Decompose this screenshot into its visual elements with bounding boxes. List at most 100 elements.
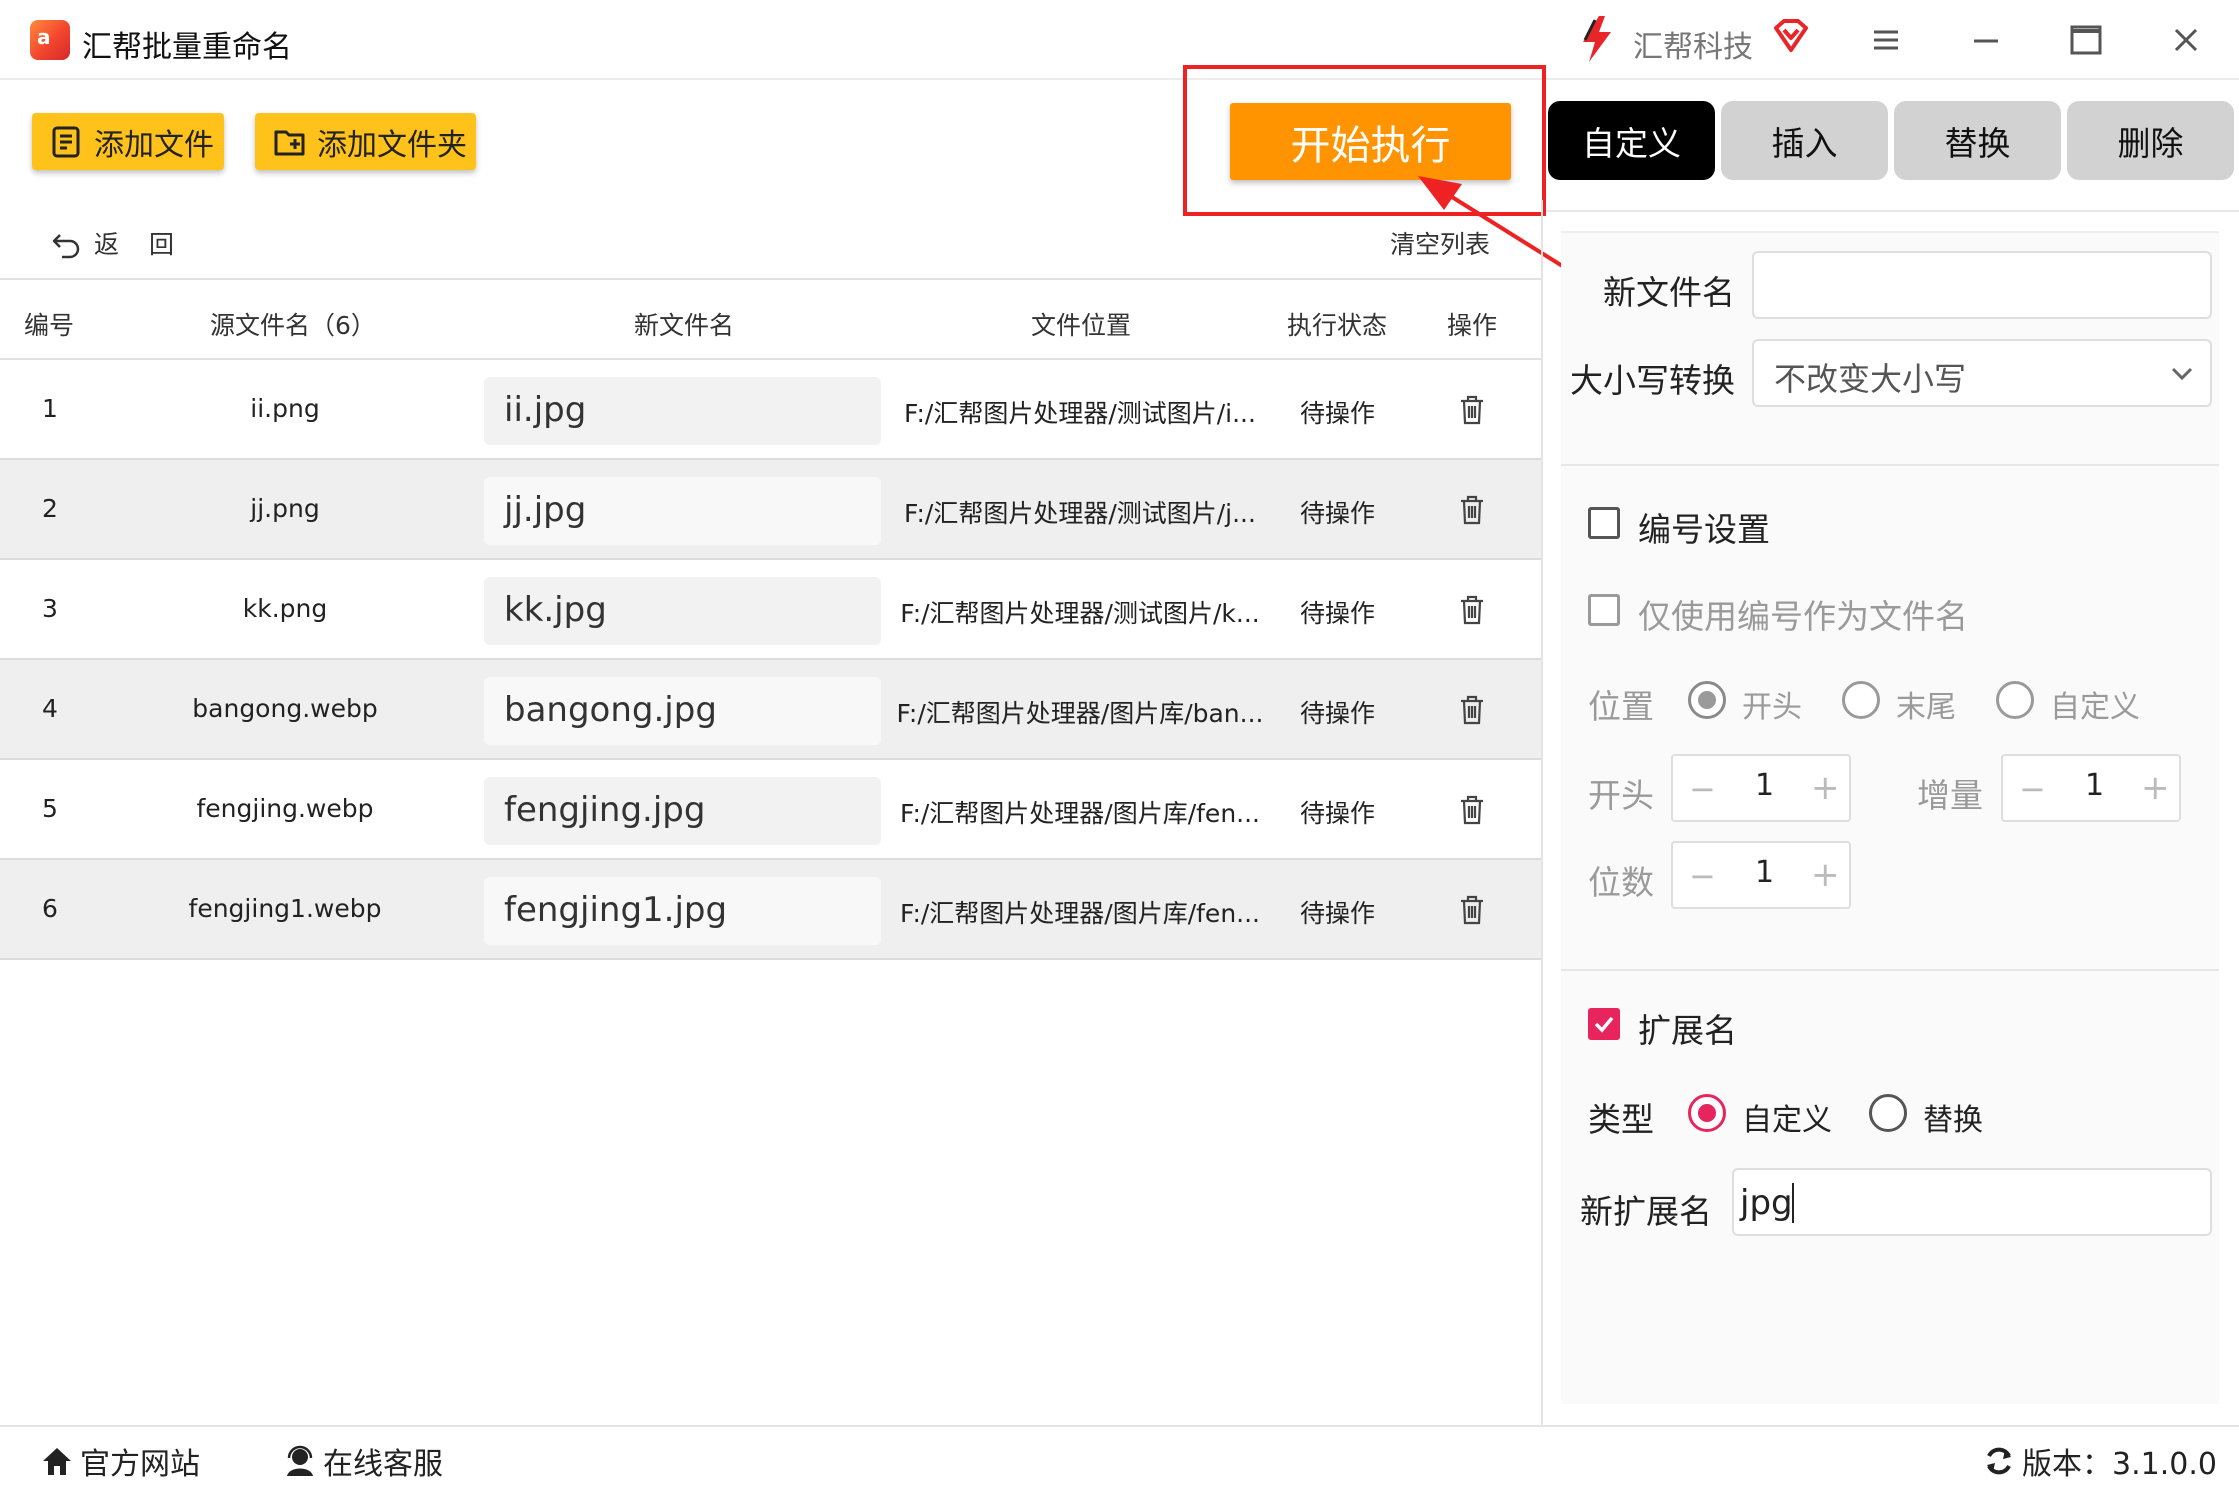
official-site-link[interactable]: 官方网站: [40, 1439, 200, 1483]
clear-list-button[interactable]: 清空列表: [1390, 225, 1490, 261]
row-new-name-input[interactable]: jj.jpg: [484, 477, 881, 545]
panel-top-line: [1546, 210, 2239, 212]
header-source: 源文件名（6）: [210, 311, 376, 340]
type-radio-replace[interactable]: [1869, 1094, 1907, 1132]
row-new-name-input[interactable]: bangong.jpg: [484, 677, 881, 745]
refresh-icon: [1987, 1447, 2011, 1475]
only-number-checkbox[interactable]: [1588, 594, 1620, 626]
position-radio-end[interactable]: [1842, 681, 1880, 719]
numbering-checkbox[interactable]: [1588, 507, 1620, 539]
row-status: 待操作: [1300, 599, 1376, 628]
header-status: 执行状态: [1287, 311, 1388, 340]
table-row[interactable]: 2 jj.png jj.jpg F:/汇帮图片处理器/测试图片/j... 待操作: [0, 460, 1541, 560]
new-extension-label: 新扩展名: [1580, 1192, 1712, 1231]
row-status: 待操作: [1300, 899, 1376, 928]
home-icon: [43, 1448, 71, 1475]
row-new-name-input[interactable]: fengjing.jpg: [484, 777, 881, 845]
row-new-name-input[interactable]: kk.jpg: [484, 577, 881, 645]
table-row[interactable]: 1 ii.png ii.jpg F:/汇帮图片处理器/测试图片/i... 待操作: [0, 360, 1541, 460]
digits-minus-button[interactable]: −: [1689, 857, 1716, 895]
position-radio-custom[interactable]: [1996, 681, 2034, 719]
back-button[interactable]: 返回: [50, 225, 204, 261]
row-status: 待操作: [1300, 499, 1376, 528]
increment-label: 增量: [1917, 776, 1983, 815]
start-label: 开头: [1588, 776, 1654, 815]
row-num: 1: [42, 394, 58, 423]
row-source-name: jj.png: [250, 494, 320, 523]
increment-plus-button[interactable]: +: [2141, 768, 2170, 808]
file-table: 编号 源文件名（6） 新文件名 文件位置 执行状态 操作 1 ii.png ii…: [0, 278, 1541, 960]
start-minus-button[interactable]: −: [1689, 770, 1716, 808]
trash-icon[interactable]: [1457, 494, 1487, 526]
position-option-end: 末尾: [1896, 690, 1956, 725]
row-num: 3: [42, 594, 58, 623]
row-num: 6: [42, 894, 58, 923]
tab-delete[interactable]: 删除: [2067, 101, 2234, 180]
type-option-replace: 替换: [1923, 1103, 1983, 1138]
type-option-custom: 自定义: [1742, 1103, 1832, 1138]
trash-icon[interactable]: [1457, 394, 1487, 426]
increment-minus-button[interactable]: −: [2019, 770, 2046, 808]
increment-value: 1: [2085, 768, 2105, 803]
text-caret: [1792, 1183, 1794, 1223]
position-radio-start[interactable]: [1688, 681, 1726, 719]
position-option-start: 开头: [1742, 690, 1802, 725]
online-service-link[interactable]: 在线客服: [283, 1439, 443, 1483]
table-row[interactable]: 3 kk.png kk.jpg F:/汇帮图片处理器/测试图片/k... 待操作: [0, 560, 1541, 660]
row-status: 待操作: [1300, 699, 1376, 728]
new-extension-input[interactable]: jpg: [1732, 1168, 2212, 1236]
version-label: 版本：3.1.0.0: [2022, 1447, 2217, 1482]
start-plus-button[interactable]: +: [1811, 768, 1840, 808]
maximize-icon[interactable]: [2066, 20, 2106, 60]
start-stepper[interactable]: − 1 +: [1671, 754, 1851, 822]
menu-icon[interactable]: [1866, 20, 1906, 60]
table-row[interactable]: 5 fengjing.webp fengjing.jpg F:/汇帮图片处理器/…: [0, 760, 1541, 860]
add-folder-button[interactable]: 添加文件夹: [255, 113, 476, 170]
digits-plus-button[interactable]: +: [1811, 855, 1840, 895]
case-convert-select[interactable]: 不改变大小写: [1752, 339, 2212, 407]
digits-label: 位数: [1588, 863, 1654, 902]
minimize-icon[interactable]: [1966, 20, 2006, 60]
customer-service-icon: [287, 1445, 313, 1476]
app-logo-icon: a: [30, 20, 70, 60]
position-label: 位置: [1588, 687, 1654, 726]
tab-replace[interactable]: 替换: [1894, 101, 2061, 180]
digits-value: 1: [1755, 855, 1775, 890]
brand-name: 汇帮科技: [1633, 30, 1753, 65]
row-location: F:/汇帮图片处理器/测试图片/i...: [904, 399, 1256, 428]
chevron-down-icon: [2171, 367, 2193, 381]
row-new-name-input[interactable]: fengjing1.jpg: [484, 877, 881, 945]
row-location: F:/汇帮图片处理器/图片库/ban...: [896, 699, 1264, 728]
type-radio-custom[interactable]: [1688, 1094, 1726, 1132]
row-location: F:/汇帮图片处理器/图片库/fen...: [900, 799, 1260, 828]
tab-custom[interactable]: 自定义: [1548, 101, 1715, 180]
row-source-name: fengjing.webp: [196, 794, 374, 823]
row-status: 待操作: [1300, 399, 1376, 428]
table-row[interactable]: 4 bangong.webp bangong.jpg F:/汇帮图片处理器/图片…: [0, 660, 1541, 760]
row-source-name: kk.png: [242, 594, 328, 623]
brand-logo-icon: [1583, 16, 1611, 62]
add-folder-icon: [274, 130, 305, 155]
add-file-button[interactable]: 添加文件: [32, 113, 224, 170]
digits-stepper[interactable]: − 1 +: [1671, 841, 1851, 909]
row-new-name-input[interactable]: ii.jpg: [484, 377, 881, 445]
trash-icon[interactable]: [1457, 794, 1487, 826]
trash-icon[interactable]: [1457, 894, 1487, 926]
table-row[interactable]: 6 fengjing1.webp fengjing1.jpg F:/汇帮图片处理…: [0, 860, 1541, 960]
case-convert-value: 不改变大小写: [1774, 360, 1967, 398]
trash-icon[interactable]: [1457, 694, 1487, 726]
close-icon[interactable]: [2166, 20, 2206, 60]
trash-icon[interactable]: [1457, 594, 1487, 626]
vip-diamond-icon[interactable]: [1772, 18, 1810, 54]
tab-insert[interactable]: 插入: [1721, 101, 1888, 180]
back-label: 返回: [94, 230, 205, 259]
row-location: F:/汇帮图片处理器/图片库/fen...: [900, 899, 1260, 928]
header-num: 编号: [24, 311, 75, 340]
version-info[interactable]: 版本：3.1.0.0: [1982, 1439, 2217, 1483]
header-new-name: 新文件名: [634, 311, 735, 340]
extension-checkbox[interactable]: [1588, 1008, 1620, 1040]
increment-stepper[interactable]: − 1 +: [2001, 754, 2181, 822]
new-filename-input[interactable]: [1752, 251, 2212, 319]
row-source-name: bangong.webp: [192, 694, 378, 723]
official-site-label: 官方网站: [80, 1447, 200, 1482]
